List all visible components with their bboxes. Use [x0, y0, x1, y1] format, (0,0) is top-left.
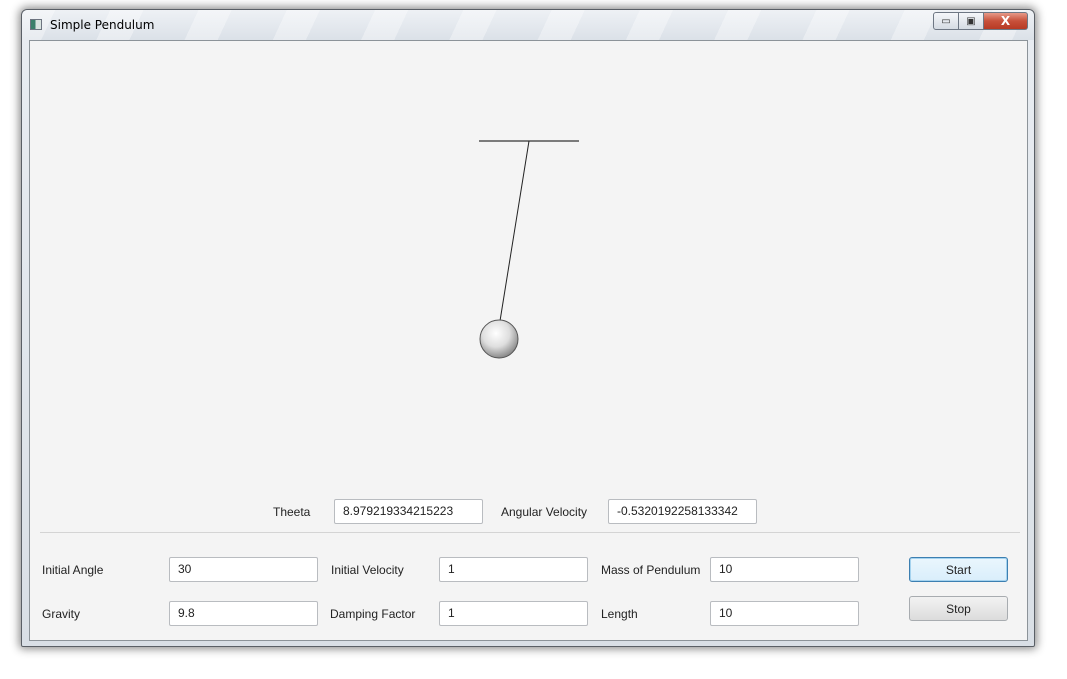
window-title: Simple Pendulum — [50, 18, 155, 32]
initial-angle-input[interactable]: 30 — [169, 557, 318, 582]
initial-angle-label: Initial Angle — [42, 563, 104, 577]
mass-input[interactable]: 10 — [710, 557, 859, 582]
angular-velocity-field[interactable]: -0.5320192258133342 — [608, 499, 757, 524]
damping-factor-input[interactable]: 1 — [439, 601, 588, 626]
minimize-button[interactable]: ▭ — [933, 12, 959, 30]
pendulum-canvas — [479, 140, 579, 359]
client-area: Theeta 8.979219334215223 Angular Velocit… — [29, 40, 1028, 641]
damping-factor-label: Damping Factor — [330, 607, 416, 621]
mass-label: Mass of Pendulum — [601, 563, 701, 577]
close-button[interactable]: X — [984, 12, 1028, 30]
stop-button[interactable]: Stop — [909, 596, 1008, 621]
pendulum-bob[interactable] — [479, 319, 519, 359]
angular-velocity-label: Angular Velocity — [501, 505, 588, 519]
theta-label: Theeta — [273, 505, 311, 519]
theta-field[interactable]: 8.979219334215223 — [334, 499, 483, 524]
gravity-label: Gravity — [42, 607, 81, 621]
length-input[interactable]: 10 — [710, 601, 859, 626]
maximize-button[interactable]: ▣ — [959, 12, 984, 30]
start-button[interactable]: Start — [909, 557, 1008, 582]
initial-velocity-label: Initial Velocity — [331, 563, 404, 577]
length-label: Length — [601, 607, 638, 621]
pendulum-string — [499, 140, 530, 322]
separator — [40, 532, 1020, 533]
initial-velocity-input[interactable]: 1 — [439, 557, 588, 582]
window-controls: ▭ ▣ X — [933, 12, 1028, 31]
title-bar[interactable]: Simple Pendulum ▭ ▣ X — [22, 10, 1034, 40]
app-window: Simple Pendulum ▭ ▣ X Theeta 8.979219334… — [21, 9, 1035, 647]
app-window-icon — [30, 19, 42, 30]
gravity-input[interactable]: 9.8 — [169, 601, 318, 626]
